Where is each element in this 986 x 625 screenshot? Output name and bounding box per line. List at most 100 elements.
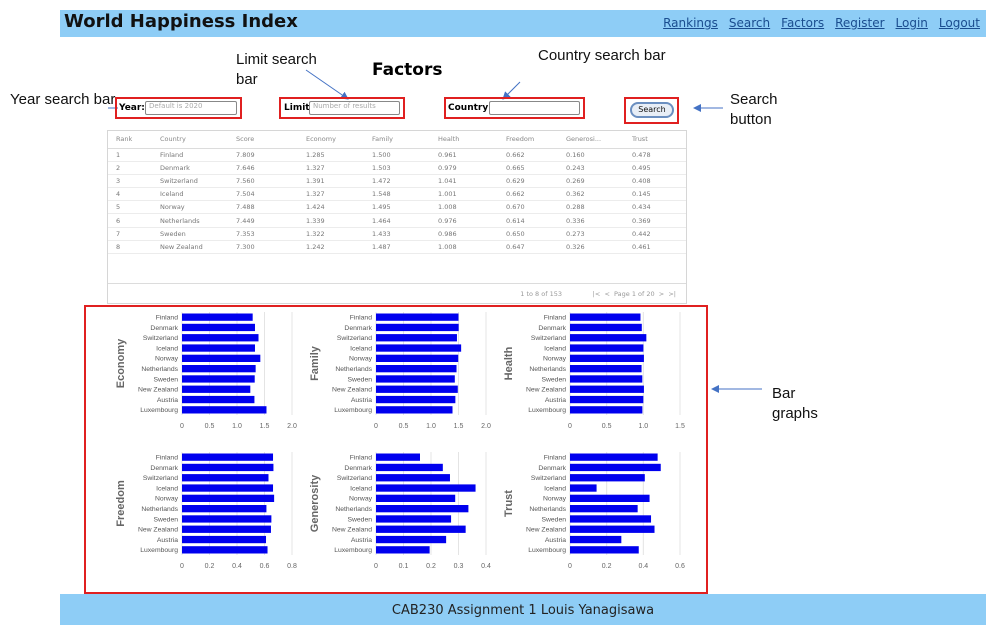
nav-link-register[interactable]: Register xyxy=(835,16,884,30)
category-label: Norway xyxy=(349,496,373,503)
table-cell: 7.504 xyxy=(228,187,298,202)
category-label: Austria xyxy=(351,397,372,404)
tick-label: 1.5 xyxy=(260,423,270,430)
table-cell: 1.495 xyxy=(364,200,430,215)
category-label: Switzerland xyxy=(531,475,566,482)
category-label: Finland xyxy=(350,455,373,462)
nav-link-rankings[interactable]: Rankings xyxy=(663,16,718,30)
category-label: Luxembourg xyxy=(528,547,566,554)
category-label: Netherlands xyxy=(529,506,566,513)
table-cell: 0.662 xyxy=(498,148,558,162)
bar xyxy=(376,323,459,332)
bar xyxy=(570,354,644,362)
footer: CAB230 Assignment 1 Louis Yanagisawa xyxy=(60,594,986,625)
column-header[interactable]: Health xyxy=(430,131,498,149)
table-row[interactable]: 3 Switzerland 7.560 1.391 1.472 1.041 0.629 0.2… xyxy=(108,174,686,189)
bar xyxy=(182,385,251,393)
bar xyxy=(570,474,645,482)
nav-links: Rankings Search Factors Register Login Logout xyxy=(652,16,980,30)
table-header: Rank Country Score Economy Family Health Freed… xyxy=(108,131,686,149)
column-header[interactable]: Score xyxy=(228,131,298,149)
category-label: Luxembourg xyxy=(528,407,566,414)
table-row[interactable]: 7 Sweden 7.353 1.322 1.433 0.986 0.650 0.273 0.4… xyxy=(108,227,686,241)
category-label: Switzerland xyxy=(531,335,566,342)
table-row[interactable]: 1 Finland 7.809 1.285 1.500 0.961 0.662 0.160 0.… xyxy=(108,148,686,162)
table-cell: 1.008 xyxy=(430,200,498,215)
year-input[interactable]: Default is 2020 xyxy=(145,101,237,115)
category-label: Netherlands xyxy=(335,506,372,513)
table-cell: 0.647 xyxy=(498,240,558,255)
results-table: Rank Country Score Economy Family Health Freed… xyxy=(107,130,687,304)
bar xyxy=(182,494,275,502)
tick-label: 0 xyxy=(568,423,572,430)
annotation-country: Country search bar xyxy=(538,47,666,64)
bar xyxy=(376,385,458,393)
table-cell: 0.986 xyxy=(430,227,498,241)
bar xyxy=(570,344,644,352)
bar xyxy=(182,515,272,523)
column-header[interactable]: Country xyxy=(152,131,228,149)
axis-label: Economy xyxy=(115,338,127,388)
nav-link-login[interactable]: Login xyxy=(896,16,928,30)
chart-family: 0 0.5 1.0 1.5 2.0 Finland Denmark Switzerland Ic… xyxy=(309,312,491,430)
column-header[interactable]: Family xyxy=(364,131,430,149)
column-header[interactable]: Freedom xyxy=(498,131,558,149)
table-row[interactable]: 6 Netherlands 7.449 1.339 1.464 0.976 0.614 0.3… xyxy=(108,213,686,228)
nav-link-factors[interactable]: Factors xyxy=(781,16,824,30)
tick-label: 0 xyxy=(568,563,572,570)
category-label: Austria xyxy=(351,537,372,544)
tick-label: 0.4 xyxy=(481,563,491,570)
search-button[interactable]: Search xyxy=(630,102,674,118)
pager-page: Page 1 of 20 xyxy=(614,290,655,298)
pager-nav[interactable]: |< < Page 1 of 20 > >| xyxy=(593,290,676,298)
table-row[interactable]: 5 Norway 7.488 1.424 1.495 1.008 0.670 0.288 0.4… xyxy=(108,200,686,215)
bar xyxy=(570,484,597,492)
table-row[interactable]: 2 Denmark 7.646 1.327 1.503 0.979 0.665 0.243 0.… xyxy=(108,161,686,175)
table-cell: 1.472 xyxy=(364,174,430,189)
category-label: Netherlands xyxy=(141,366,178,373)
bar xyxy=(376,406,453,414)
column-header[interactable]: Generosi... xyxy=(558,131,624,149)
category-label: Sweden xyxy=(541,376,566,383)
table-cell: 2 xyxy=(108,161,152,175)
tick-label: 2.0 xyxy=(481,423,491,430)
table-cell: 0.408 xyxy=(624,174,686,189)
annotation-bar-graphs: Bar graphs xyxy=(772,385,818,422)
category-label: Denmark xyxy=(538,465,566,472)
bar xyxy=(182,354,261,362)
bar xyxy=(570,406,643,414)
nav-link-search[interactable]: Search xyxy=(729,16,770,30)
country-input[interactable] xyxy=(489,101,580,115)
table-cell: 6 xyxy=(108,213,152,228)
column-header[interactable]: Economy xyxy=(298,131,364,149)
tick-label: 0 xyxy=(374,423,378,430)
column-header[interactable]: Rank xyxy=(108,131,152,149)
column-header[interactable]: Trust xyxy=(624,131,686,149)
category-label: New Zealand xyxy=(332,387,372,394)
table-row[interactable]: 4 Iceland 7.504 1.327 1.548 1.001 0.662 0.362 0.… xyxy=(108,187,686,202)
table-cell: 7.449 xyxy=(228,213,298,228)
chart-trust: 0 0.2 0.4 0.6 Finland Denmark Switzerland Icela… xyxy=(503,452,685,570)
table-cell: 0.614 xyxy=(498,213,558,228)
bar xyxy=(376,515,452,523)
table-row[interactable]: 8 New Zealand 7.300 1.242 1.487 1.008 0.647 0.3… xyxy=(108,240,686,255)
bar xyxy=(182,375,255,383)
bar xyxy=(570,525,655,533)
table-cell: 0.478 xyxy=(624,148,686,162)
bar xyxy=(570,395,644,404)
category-label: Norway xyxy=(543,356,567,363)
category-label: Luxembourg xyxy=(140,407,178,414)
table-cell: 0.145 xyxy=(624,187,686,202)
tick-label: 0 xyxy=(180,563,184,570)
bar xyxy=(376,375,455,383)
limit-input[interactable]: Number of results xyxy=(309,101,400,115)
chart-economy: 0 0.5 1.0 1.5 2.0 Finland Denmark Switzerland Ic… xyxy=(115,312,297,430)
table-cell: 1.503 xyxy=(364,161,430,175)
table-cell: 1.339 xyxy=(298,213,364,228)
bar xyxy=(570,494,650,502)
category-label: Finland xyxy=(156,315,179,322)
annotation-limit: Limit search bar xyxy=(236,51,317,88)
chart-generosity: 0 0.1 0.2 0.3 0.4 Finland Denmark Switzerland Ic… xyxy=(309,452,491,570)
table-cell: 1.327 xyxy=(298,161,364,175)
nav-link-logout[interactable]: Logout xyxy=(939,16,980,30)
